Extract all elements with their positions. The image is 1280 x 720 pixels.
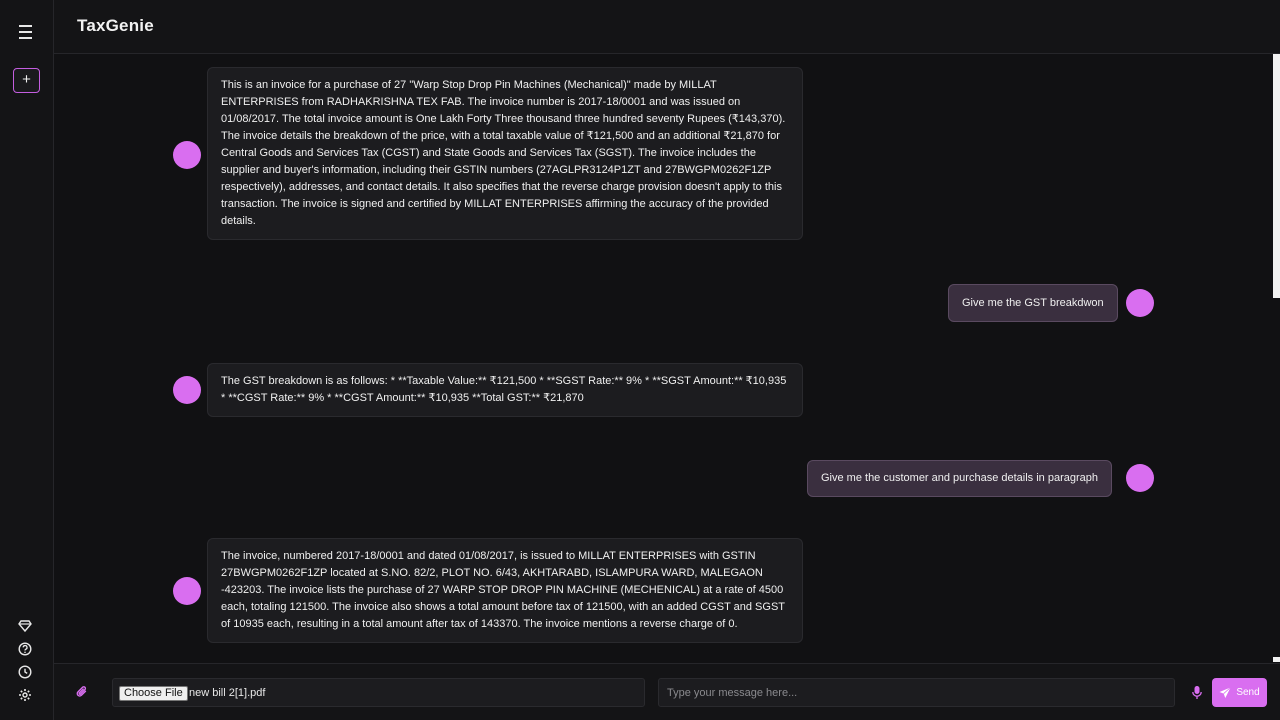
chat-area: This is an invoice for a purchase of 27 … [54, 54, 1272, 662]
chat-scrollbar-end [1273, 657, 1280, 662]
bot-message: The invoice, numbered 2017-18/0001 and d… [207, 538, 803, 643]
user-avatar [1126, 289, 1154, 317]
microphone-icon[interactable] [1191, 685, 1203, 700]
send-button-label: Send [1236, 687, 1260, 698]
history-icon[interactable] [18, 665, 32, 679]
hamburger-menu-icon[interactable] [16, 22, 38, 42]
bot-message: The GST breakdown is as follows: * **Tax… [207, 363, 803, 417]
sidebar: + [0, 0, 54, 720]
bot-avatar [173, 141, 201, 169]
chat-scrollbar-thumb[interactable] [1273, 54, 1280, 298]
choose-file-button[interactable]: Choose File [119, 686, 188, 701]
top-header: TaxGenie [54, 0, 1280, 54]
user-message: Give me the customer and purchase detail… [807, 460, 1112, 497]
sidebar-bottom-icons [18, 619, 34, 711]
user-message: Give me the GST breakdwon [948, 284, 1118, 322]
paperclip-icon[interactable] [75, 685, 89, 699]
file-upload-field[interactable]: Choose File new bill 2[1].pdf [112, 678, 645, 707]
bot-message: This is an invoice for a purchase of 27 … [207, 67, 803, 240]
input-bar: Choose File new bill 2[1].pdf Send [54, 663, 1280, 720]
user-avatar [1126, 464, 1154, 492]
user-message-text: Give me the GST breakdwon [962, 297, 1104, 309]
message-input[interactable] [658, 678, 1175, 707]
send-icon [1219, 686, 1232, 698]
new-chat-button[interactable]: + [13, 68, 40, 93]
selected-file-name: new bill 2[1].pdf [189, 687, 266, 699]
bot-avatar [173, 376, 201, 404]
user-message-text: Give me the customer and purchase detail… [821, 472, 1098, 484]
app-title: TaxGenie [77, 16, 154, 35]
bot-avatar [173, 577, 201, 605]
diamond-icon[interactable] [18, 619, 32, 633]
settings-icon[interactable] [18, 688, 32, 702]
send-button[interactable]: Send [1212, 678, 1267, 707]
help-icon[interactable] [18, 642, 32, 656]
